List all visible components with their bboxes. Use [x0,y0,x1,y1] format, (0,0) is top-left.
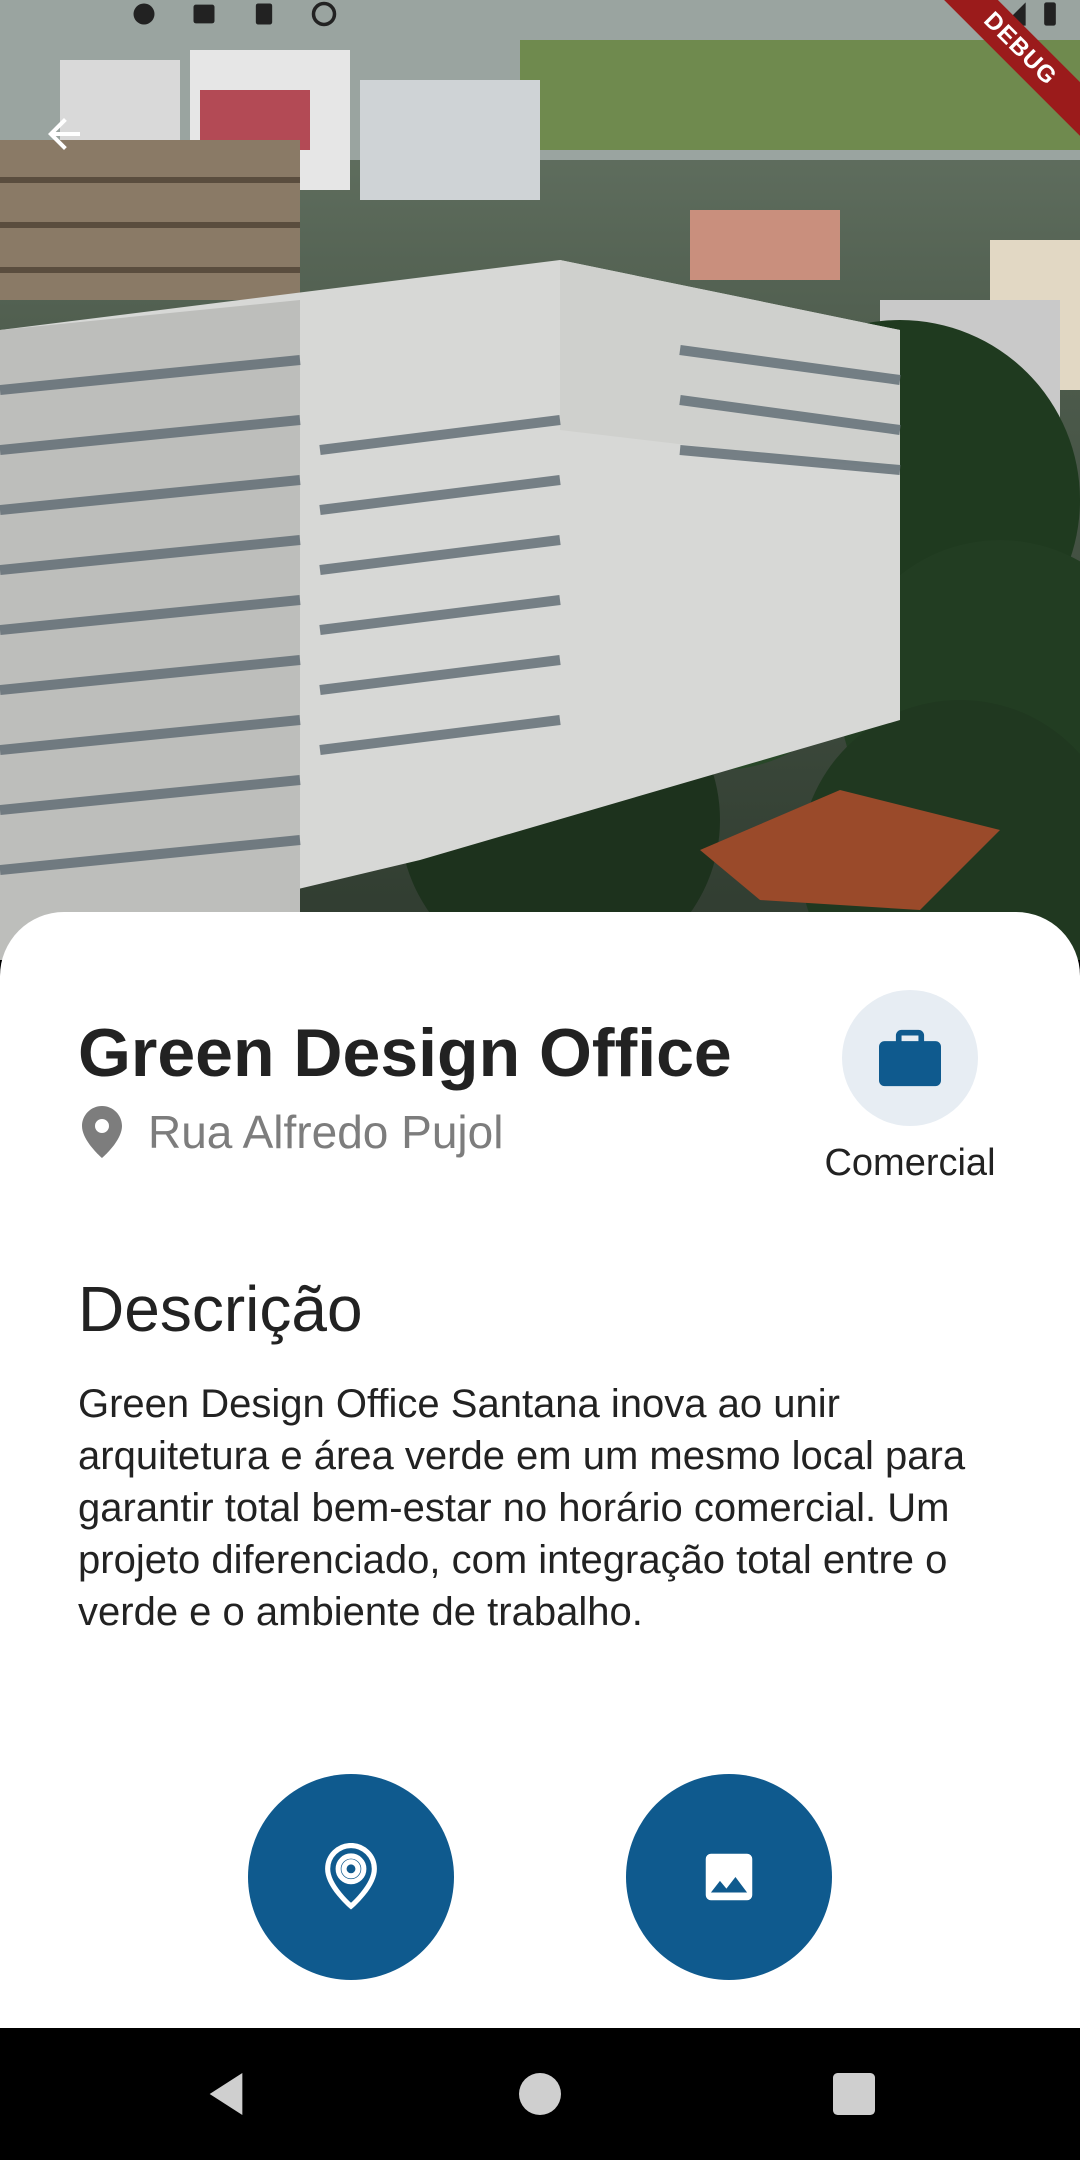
nav-home-icon[interactable] [512,2066,568,2122]
briefcase-icon [879,1029,941,1087]
description-heading: Descrição [78,1273,363,1345]
property-title: Green Design Office [78,1015,732,1091]
image-icon [705,1853,753,1901]
notification-icon [193,4,215,24]
category-icon-circle [842,990,978,1126]
arrow-back-icon [48,118,80,150]
description-text: Green Design Office Santana inova ao uni… [78,1382,966,1634]
system-navigation-bar [0,2028,1080,2160]
category-badge: Comercial [810,990,1010,1185]
gallery-button[interactable] [626,1774,832,1980]
nav-recents-icon[interactable] [826,2066,882,2122]
notification-icon [133,3,155,25]
category-label: Comercial [824,1142,996,1184]
property-address: Rua Alfredo Pujol [148,1106,504,1158]
battery-icon [1044,2,1056,26]
location-pin-icon [325,1843,377,1910]
status-bar [0,0,1080,60]
location-pin-icon [82,1106,122,1158]
map-location-button[interactable] [248,1774,454,1980]
back-button[interactable] [40,110,112,182]
property-location: Rua Alfredo Pujol [78,1104,503,1160]
notification-icon [255,3,273,25]
property-photo: DEBUG [0,0,1080,960]
nav-back-icon[interactable] [198,2066,254,2122]
notification-icon [311,1,337,27]
